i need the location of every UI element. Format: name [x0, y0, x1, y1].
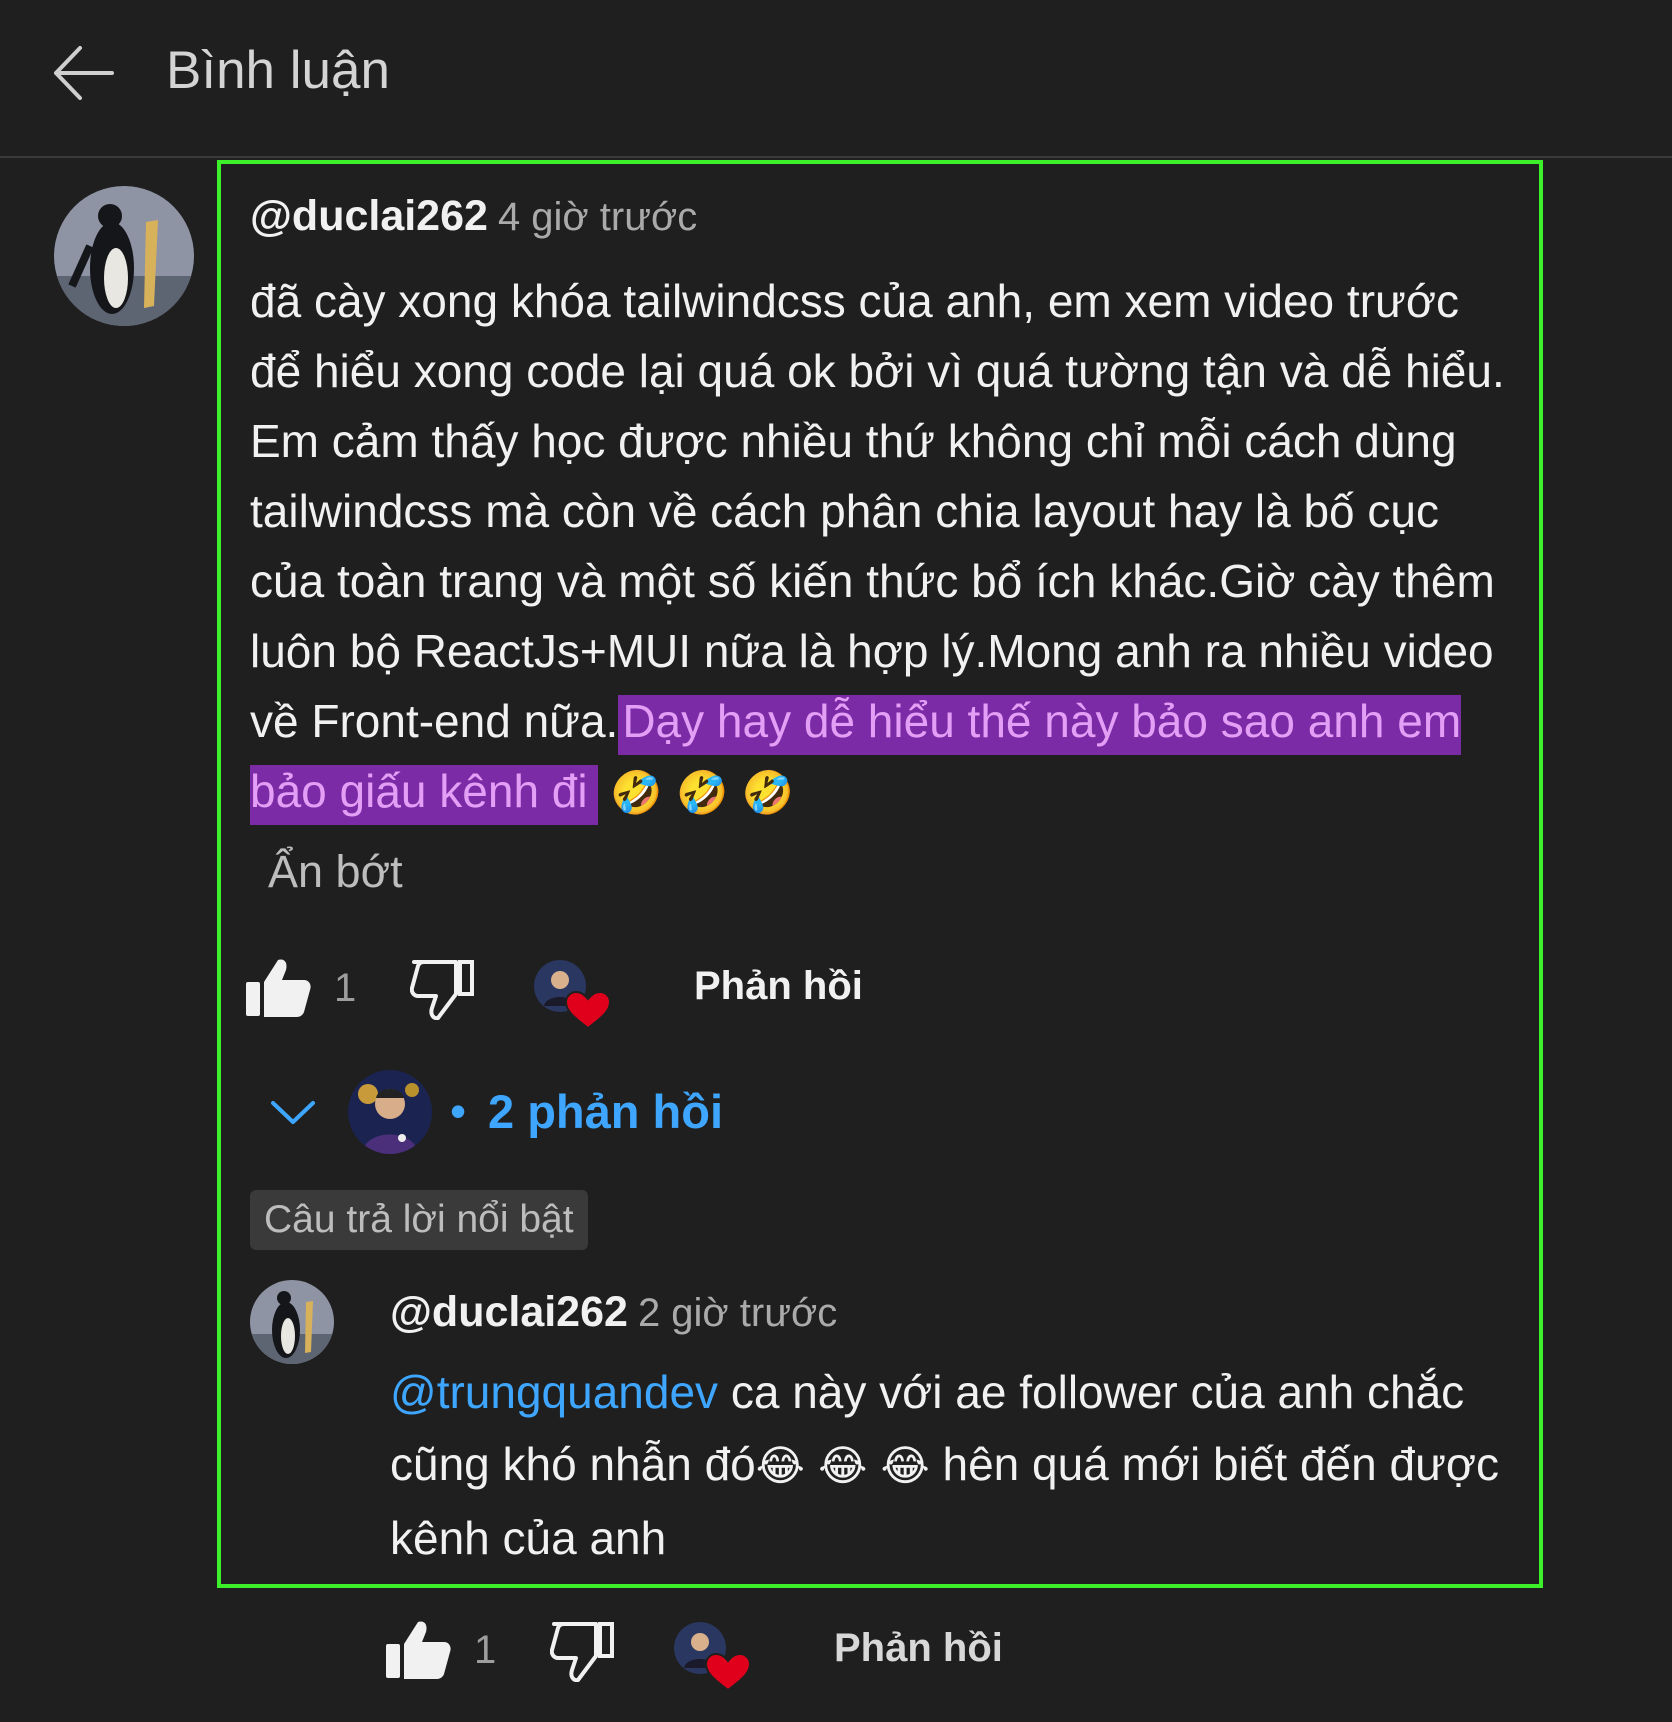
reply-thumbs-up-icon[interactable] — [384, 1618, 452, 1685]
thumbs-up-icon[interactable] — [244, 956, 312, 1023]
replies-count-label: 2 phản hồi — [488, 1085, 723, 1138]
page-title: Bình luận — [166, 41, 390, 100]
replies-toggle[interactable]: • 2 phản hồi — [262, 1062, 742, 1154]
commenter-avatar[interactable] — [54, 186, 194, 326]
comment-emojis: 🤣 🤣 🤣 — [610, 768, 794, 817]
creator-avatar — [348, 1070, 432, 1154]
reply-meta: @duclai262 2 giờ trước — [390, 1288, 837, 1337]
header-bar: Bình luận — [0, 0, 1672, 158]
reply-creator-heart-badge — [672, 1620, 752, 1701]
comment-text: đã cày xong khóa tailwindcss của anh, em… — [250, 266, 1520, 828]
featured-reply-badge: Câu trả lời nổi bật — [250, 1190, 588, 1250]
mention-link[interactable]: @trungquandev — [390, 1366, 718, 1418]
reply-thumbs-down-icon[interactable] — [549, 1618, 616, 1687]
thumbs-down-icon[interactable] — [409, 956, 476, 1025]
back-arrow-icon[interactable] — [50, 40, 116, 106]
reply-emojis: 😂 😂 😂 — [755, 1441, 930, 1490]
separator-dot: • — [450, 1085, 467, 1137]
comment-text-main: đã cày xong khóa tailwindcss của anh, em… — [250, 275, 1505, 747]
reply-button[interactable]: Phản hồi — [694, 964, 863, 1009]
reply-like-count: 1 — [474, 1628, 497, 1672]
comment-meta: @duclai262 4 giờ trước — [250, 192, 697, 241]
comment-time: 4 giờ trước — [497, 195, 698, 239]
comment-author[interactable]: @duclai262 — [250, 192, 488, 240]
reply-avatar[interactable] — [250, 1280, 334, 1364]
reply-author[interactable]: @duclai262 — [390, 1288, 628, 1336]
reply-reply-button[interactable]: Phản hồi — [834, 1626, 1003, 1671]
chevron-down-icon — [270, 1100, 316, 1131]
creator-heart-badge — [532, 958, 612, 1039]
reply-text: @trungquandev ca này với ae follower của… — [390, 1356, 1520, 1574]
reply-time: 2 giờ trước — [637, 1291, 838, 1335]
like-count: 1 — [334, 966, 357, 1010]
show-less-button[interactable]: Ẩn bớt — [268, 846, 403, 898]
